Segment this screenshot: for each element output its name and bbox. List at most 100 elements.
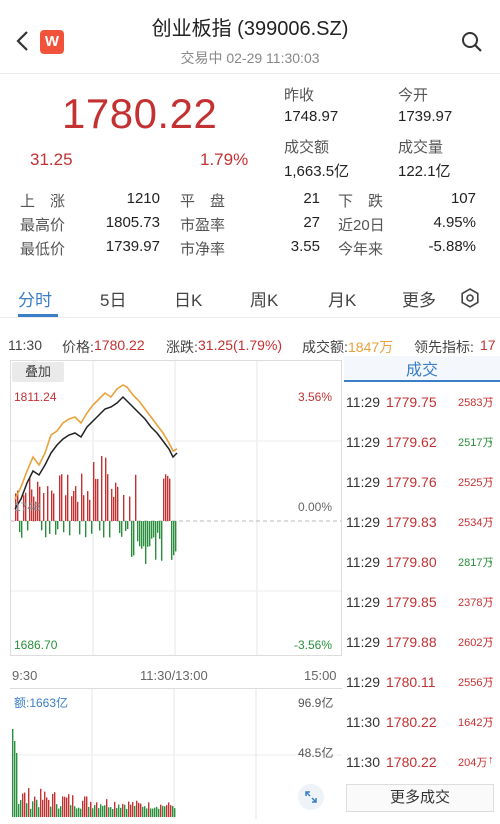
price-change: 31.25 [30,150,73,169]
volume-bar [138,802,140,817]
search-button[interactable] [460,30,484,54]
volume-bar [116,808,118,817]
volume-bar [30,808,32,817]
volume-bar [22,793,24,817]
sell-bar [57,521,59,530]
intraday-chart[interactable] [10,360,342,656]
volume-bar [82,800,84,817]
time-label-end: 15:00 [304,668,337,683]
trade-time: 11:30 [346,754,380,770]
buy-bar [67,474,69,521]
sell-bar [143,521,145,547]
volume-bar [114,801,116,817]
volume-bar [48,799,50,817]
stats-row-1: 上 涨 1210 平 盘 21 下 跌 107 [20,190,480,214]
buy-bar [59,475,61,521]
expand-icon [305,791,317,803]
volume-bar [120,807,122,817]
trade-row: 11:29 1779.76 2525万 ↑ [346,472,496,494]
buy-bar [107,474,109,521]
buy-bar [71,496,73,521]
sell-bar [69,521,71,536]
d20-label: 近20日 [338,217,385,234]
stats-row-2: 最高价 1805.73 市盈率 27 近20日 4.95% [20,214,480,238]
sell-bar [109,521,111,538]
volume-bar [158,808,160,817]
buy-bar [87,491,89,521]
vol-axis-high: 96.9亿 [298,696,334,710]
time-label-mid: 11:30/13:00 [140,668,208,683]
trade-vol: 204万 [458,757,488,769]
volume-bar [76,808,78,817]
tab-active-indicator [18,314,58,317]
volume-bar [140,803,142,817]
buy-bar [53,493,55,521]
buy-bar [129,496,131,521]
pct-axis-mid: 0.00% [298,500,333,514]
volume-bar [20,800,22,817]
tab-intraday[interactable]: 分时 [18,286,52,311]
volume-bar [166,805,168,817]
volume-bar [78,807,80,817]
sell-bar [137,521,139,542]
sell-bar [45,521,47,538]
tab-weekly-k[interactable]: 周K [250,286,278,311]
up-count-label: 上 涨 [20,193,66,210]
volume-bar [118,804,120,817]
arrow-up-icon: ↑ [488,514,494,526]
tab-5day[interactable]: 5日 [100,286,126,311]
prev-close-value: 1748.97 [284,108,339,125]
buy-bar [111,488,113,521]
pe-value: 27 [303,214,320,231]
volume-bar [136,800,138,817]
volume-bar [72,795,74,817]
sell-bar [99,521,101,531]
pct-axis-high: 3.56% [298,390,333,404]
trade-price: 1779.85 [386,594,437,610]
buy-bar [93,462,95,521]
tab-monthly-k[interactable]: 月K [328,286,356,311]
more-trades-button[interactable]: 更多成交 [346,784,494,812]
fullscreen-button[interactable] [298,784,324,810]
buy-bar [73,490,75,521]
arrow-down-icon: ↓ [488,434,494,446]
trade-price: 1780.11 [386,674,436,690]
overlay-button[interactable]: 叠加 [12,362,64,382]
volume-bar [128,801,130,817]
volume-bar [150,808,152,817]
intraday-chart-svg [11,361,341,655]
arrow-up-icon: ↑ [488,594,494,606]
volume-bar [160,804,162,817]
volume-bar [46,797,48,817]
buy-bar [43,493,45,521]
trade-time: 11:29 [346,394,380,410]
amount-value: 1,663.5亿 [284,163,350,180]
sell-bar [127,521,129,530]
buy-bar [167,475,169,521]
volume-bar [52,793,54,817]
sell-bar [175,521,177,552]
volume-bar [16,753,18,817]
volume-bar [100,804,102,817]
trades-tab[interactable]: 成交 [344,356,500,382]
info-lead-label: 领先指标: [414,339,474,355]
sell-bar [171,521,173,560]
volume-bar [142,806,144,817]
y-axis-low: 1686.70 [14,638,58,652]
buy-bar [89,499,91,521]
volume-bar [162,805,164,817]
volume-bar [44,791,46,817]
volume-bar [12,729,14,817]
trading-status: 交易中 02-29 11:30:03 [180,50,320,66]
tab-daily-k[interactable]: 日K [174,286,202,311]
sell-bar [145,521,147,564]
sell-bar [131,521,133,557]
chart-settings-button[interactable] [460,288,480,308]
volume-bar [14,741,16,817]
sell-bar [119,521,121,533]
tab-more[interactable]: 更多 [402,286,436,311]
buy-bar [81,473,83,521]
app-header: W 创业板指 (399006.SZ) 交易中 02-29 11:30:03 [0,0,500,74]
volume-bar [24,792,26,817]
flat-count: 21 [303,190,320,207]
